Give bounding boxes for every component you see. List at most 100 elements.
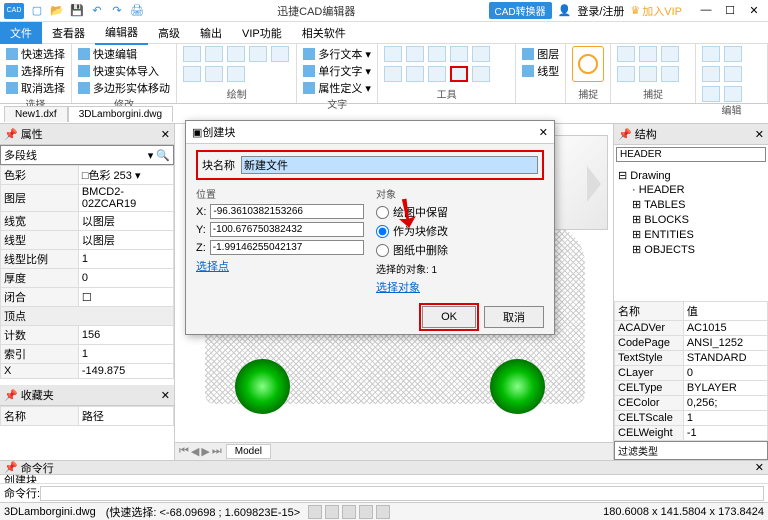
tool-btn[interactable] [428,46,446,62]
poly-entity-move[interactable]: 多边形实体移动 [78,80,170,96]
draw-tool[interactable] [205,66,223,82]
menu-editor[interactable]: 编辑器 [95,21,148,45]
attr-def[interactable]: 属性定义 ▾ [303,80,371,96]
edit-tool[interactable] [702,66,720,82]
struct-header-select[interactable]: HEADER [616,147,766,162]
converter-link[interactable]: CAD转换器 [489,2,552,19]
draw-tool[interactable] [205,46,223,62]
menu-output[interactable]: 输出 [190,22,232,44]
tree-node[interactable]: ⊞ OBJECTS [618,242,764,257]
menu-file[interactable]: 文件 [0,22,42,44]
snap-button[interactable] [572,46,604,82]
tree-node[interactable]: ⊞ TABLES [618,197,764,212]
qat-new-icon[interactable]: ▢ [30,4,44,18]
tree-node[interactable]: · HEADER [618,183,764,197]
edit-tool[interactable] [724,66,742,82]
tool-btn[interactable] [472,46,490,62]
pin-icon[interactable]: 📌 [4,461,18,474]
maximize-button[interactable]: ☐ [720,4,740,17]
doc-tab-1[interactable]: New1.dxf [4,106,68,122]
quick-select[interactable]: 快速选择 [6,46,65,62]
doc-tab-2[interactable]: 3DLamborgini.dwg [68,106,173,122]
pin-icon[interactable]: 📌 [4,128,18,141]
tree-root[interactable]: ⊟ Drawing [618,168,764,183]
sb-icon[interactable] [342,505,356,519]
prev-icon[interactable]: ◀ [191,445,199,458]
snap-tool[interactable] [639,66,657,82]
edit-tool[interactable] [702,86,720,102]
mtext[interactable]: 多行文本 ▾ [303,46,371,62]
vip-link[interactable]: ♛ 加入VIP [630,3,682,19]
snap-tool[interactable] [661,66,679,82]
model-tab[interactable]: Model [226,444,271,459]
entity-type-select[interactable]: 多段线▾ 🔍 [0,145,174,165]
delete-radio[interactable] [376,244,389,257]
close-cmd-icon[interactable]: ✕ [755,461,764,474]
sb-icon[interactable] [359,505,373,519]
first-icon[interactable]: ⏮ [179,445,189,458]
close-panel-icon[interactable]: ✕ [161,128,170,141]
select-all[interactable]: 选择所有 [6,63,65,79]
edit-tool[interactable] [724,46,742,62]
qat-undo-icon[interactable]: ↶ [90,4,104,18]
next-icon[interactable]: ▶ [201,445,209,458]
qat-open-icon[interactable]: 📂 [50,4,64,18]
y-input[interactable] [210,222,364,237]
menu-vip[interactable]: VIP功能 [232,22,292,44]
draw-tool[interactable] [271,46,289,62]
draw-tool[interactable] [227,66,245,82]
sb-icon[interactable] [325,505,339,519]
qat-save-icon[interactable]: 💾 [70,4,84,18]
snap-tool[interactable] [661,46,679,62]
linetype-btn[interactable]: 线型 [522,63,559,79]
cancel-button[interactable]: 取消 [484,306,544,328]
create-block-tool[interactable] [450,66,468,82]
close-fav-icon[interactable]: ✕ [161,389,170,402]
menu-related[interactable]: 相关软件 [292,22,356,44]
snap-tool[interactable] [617,46,635,62]
filter-type[interactable]: 过滤类型 [614,441,768,460]
sb-icon[interactable] [308,505,322,519]
z-input[interactable] [210,240,364,255]
tool-btn[interactable] [450,46,468,62]
ok-button[interactable]: OK [422,306,476,328]
last-icon[interactable]: ⏭ [212,445,222,458]
pin-icon[interactable]: 📌 [618,128,632,141]
tool-btn[interactable] [472,66,490,82]
edit-tool[interactable] [702,46,720,62]
qat-redo-icon[interactable]: ↷ [110,4,124,18]
deselect[interactable]: 取消选择 [6,80,65,96]
snap-tool[interactable] [617,66,635,82]
quick-edit[interactable]: 快速编辑 [78,46,170,62]
pick-point-link[interactable]: 选择点 [196,258,229,274]
edit-tool[interactable] [724,86,742,102]
draw-tool[interactable] [227,46,245,62]
close-button[interactable]: ✕ [744,4,764,17]
tool-btn[interactable] [428,66,446,82]
asblock-radio[interactable] [376,225,389,238]
dialog-close-icon[interactable]: ✕ [539,126,548,139]
tool-btn[interactable] [406,46,424,62]
quick-entity-import[interactable]: 快速实体导入 [78,63,170,79]
block-name-input[interactable] [241,156,538,174]
draw-tool[interactable] [183,46,201,62]
pin-icon[interactable]: 📌 [4,389,18,402]
tool-btn[interactable] [406,66,424,82]
snap-tool[interactable] [639,46,657,62]
tree-node[interactable]: ⊞ BLOCKS [618,212,764,227]
command-input[interactable] [40,486,764,501]
menu-advanced[interactable]: 高级 [148,22,190,44]
login-link[interactable]: 登录/注册 [577,3,624,19]
minimize-button[interactable]: — [696,4,716,17]
close-struct-icon[interactable]: ✕ [755,128,764,141]
keep-radio[interactable] [376,206,389,219]
sb-icon[interactable] [376,505,390,519]
draw-tool[interactable] [249,46,267,62]
user-icon[interactable]: 👤 [558,4,572,17]
x-input[interactable] [210,204,364,219]
layer-btn[interactable]: 图层 [522,46,559,62]
qat-print-icon[interactable]: 🖨 [130,4,144,18]
menu-viewer[interactable]: 查看器 [42,22,95,44]
select-objects-link[interactable]: 选择对象 [376,279,420,295]
tree-node[interactable]: ⊞ ENTITIES [618,227,764,242]
